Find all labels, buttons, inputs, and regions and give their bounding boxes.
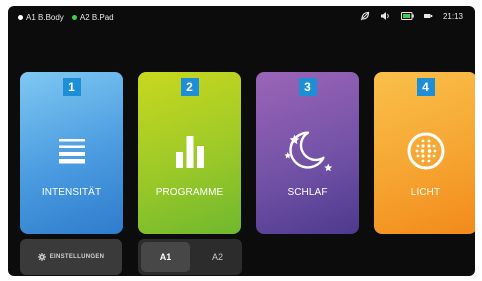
- device-a2-dot: [71, 15, 77, 20]
- device-option-a2[interactable]: A2: [193, 239, 242, 275]
- bar-chart-icon: [163, 124, 217, 178]
- intensity-lines-icon: [45, 124, 99, 178]
- tile-label: INTENSITÄT: [41, 187, 102, 198]
- settings-label: EINSTELLUNGEN: [49, 254, 105, 260]
- battery-small-icon: [423, 13, 433, 19]
- tile-number-badge: 1: [62, 78, 81, 96]
- tile-number-badge: 3: [298, 78, 317, 96]
- device-option-a1[interactable]: A1: [141, 242, 190, 272]
- tile-label: SCHLAF: [287, 187, 328, 198]
- device-screen: A1 B.Body A2 B.Pad 21:13 1 INTENSITÄT 2 …: [8, 6, 475, 276]
- volume-icon: [380, 11, 391, 21]
- device-a2-label: A2 B.Pad: [79, 13, 114, 22]
- device-a1-label: A1 B.Body: [26, 13, 64, 22]
- status-icons: 21:13: [360, 11, 463, 21]
- tile-label: LICHT: [410, 187, 441, 198]
- tile-schlaf[interactable]: 3 SCHLAF: [256, 72, 359, 234]
- clock: 21:13: [442, 11, 463, 21]
- tile-licht[interactable]: 4 LICHT: [374, 72, 475, 234]
- tile-intensitaet[interactable]: 1 INTENSITÄT: [20, 72, 123, 234]
- tile-number-badge: 2: [180, 78, 199, 96]
- tile-label: PROGRAMME: [155, 187, 224, 198]
- leaf-off-icon: [360, 11, 370, 21]
- gear-icon: [37, 253, 46, 261]
- battery-icon: [400, 12, 414, 20]
- moon-stars-icon: [281, 124, 335, 178]
- settings-button[interactable]: EINSTELLUNGEN: [20, 239, 122, 275]
- device-a1-dot: [18, 15, 23, 20]
- status-bar: A1 B.Body A2 B.Pad 21:13: [8, 6, 475, 30]
- device-list: A1 B.Body A2 B.Pad: [18, 13, 114, 22]
- tile-number-badge: 4: [416, 78, 435, 96]
- device-selector: A1 A2: [138, 239, 242, 275]
- device-a1: A1 B.Body: [18, 13, 64, 22]
- tile-programme[interactable]: 2 PROGRAMME: [138, 72, 241, 234]
- light-dots-icon: [399, 124, 453, 178]
- device-a2: A2 B.Pad: [71, 13, 114, 22]
